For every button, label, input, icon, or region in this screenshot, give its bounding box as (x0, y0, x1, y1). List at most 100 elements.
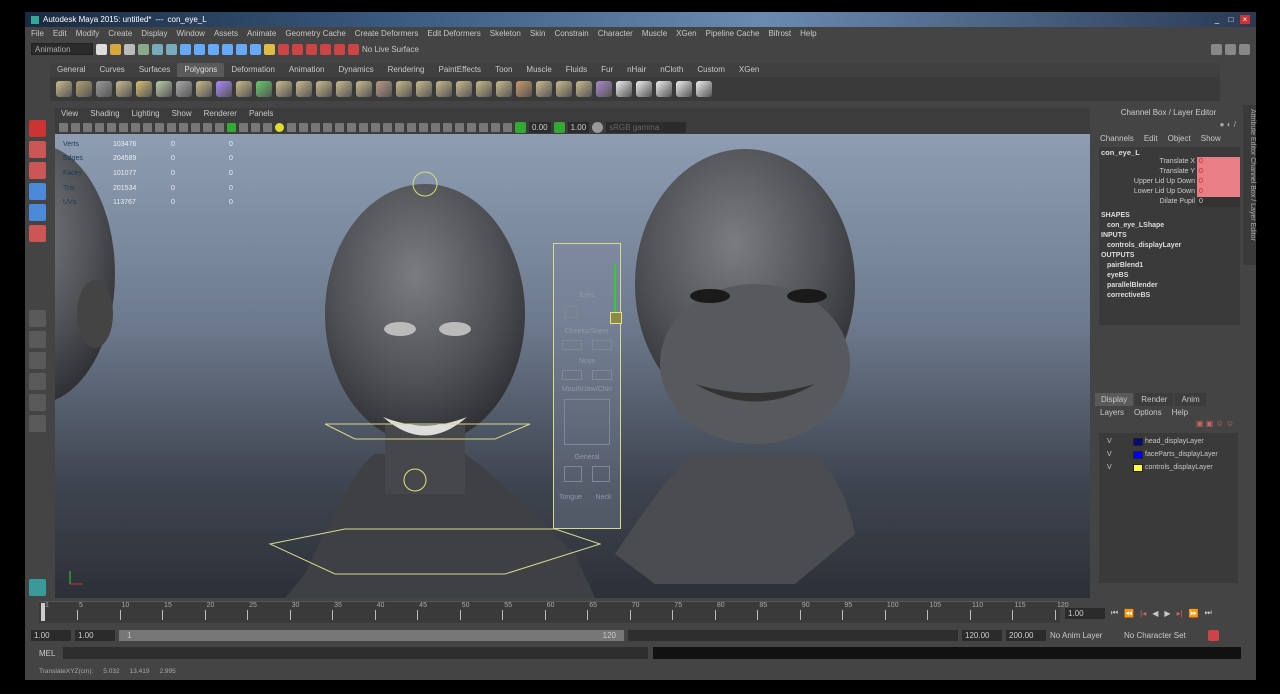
shelf-tool-icon[interactable] (656, 81, 672, 97)
shelf-tool-icon[interactable] (56, 81, 72, 97)
side-tab-strip[interactable]: Attribute Editor Channel Box / Layer Edi… (1243, 105, 1256, 265)
shelf-tool-icon[interactable] (436, 81, 452, 97)
layer-tool-icons[interactable]: ▣ ▣ ☺ ☺ (1095, 419, 1242, 431)
play-forward-icon[interactable]: ▶ (1164, 609, 1170, 618)
shelf-tool-icon[interactable] (456, 81, 472, 97)
panel-menu-panels[interactable]: Panels (249, 109, 273, 119)
panel-tool-icon[interactable] (431, 122, 440, 132)
gamma-field[interactable]: 1.00 (567, 121, 590, 133)
snap-point-icon[interactable] (208, 43, 219, 55)
picker-label-neck[interactable]: Neck (587, 494, 620, 501)
shelf-tool-icon[interactable] (496, 81, 512, 97)
panel-tool-icon[interactable] (287, 122, 296, 132)
shelf-tab-surfaces[interactable]: Surfaces (132, 63, 178, 77)
step-forward-key-icon[interactable]: ⏩ (1189, 609, 1199, 618)
panel-tool-icon[interactable] (371, 122, 380, 132)
panel-tool-icon[interactable] (335, 122, 344, 132)
maximize-button[interactable]: □ (1226, 15, 1236, 24)
outliner-icon[interactable] (29, 579, 46, 596)
mel-input[interactable] (63, 647, 648, 659)
layer-color-swatch[interactable] (1133, 450, 1143, 459)
picker-general-right[interactable] (592, 466, 610, 482)
shelf-tool-icon[interactable] (396, 81, 412, 97)
attribute-value-field[interactable]: 0 (1197, 167, 1240, 177)
step-back-frame-icon[interactable]: |◂ (1140, 609, 1146, 618)
menu-character[interactable]: Character (598, 29, 633, 38)
help-icon[interactable] (250, 43, 261, 55)
current-frame-field[interactable]: 1.00 (1065, 607, 1105, 619)
panel-tool-icon[interactable] (179, 122, 188, 132)
anim-layer-dropdown[interactable]: No Anim Layer (1050, 631, 1120, 640)
panel-tool-icon[interactable] (143, 122, 152, 132)
step-back-key-icon[interactable]: ⏪ (1124, 609, 1134, 618)
panel-menu-shading[interactable]: Shading (90, 109, 119, 119)
character-set-dropdown[interactable]: No Character Set (1124, 631, 1204, 640)
manipulator-y-axis[interactable] (614, 264, 616, 312)
play-backward-icon[interactable]: ◀ (1152, 609, 1158, 618)
panel-menu-lighting[interactable]: Lighting (132, 109, 160, 119)
output-node[interactable]: parallelBlender (1099, 281, 1240, 291)
shelf-tool-icon[interactable] (416, 81, 432, 97)
picker-general-left[interactable] (564, 466, 582, 482)
shelf-tool-icon[interactable] (636, 81, 652, 97)
attribute-value-field[interactable]: 0 (1197, 157, 1240, 167)
rotate-tool-icon[interactable] (29, 204, 46, 221)
channel-attribute-row[interactable]: Dilate Pupil 0 (1099, 197, 1240, 207)
eye-control-handle[interactable] (610, 312, 622, 324)
attribute-name[interactable]: Lower Lid Up Down (1099, 187, 1197, 197)
channel-attribute-row[interactable]: Upper Lid Up Down 0 (1099, 177, 1240, 187)
attribute-name[interactable]: Translate X (1099, 157, 1197, 167)
panel-tool-icon[interactable] (59, 122, 68, 132)
layout-graph-icon[interactable] (29, 373, 46, 390)
range-slider[interactable]: 1 120 (119, 629, 624, 641)
panel-menu-show[interactable]: Show (172, 109, 192, 119)
lock-icon[interactable] (264, 43, 275, 55)
menu-constrain[interactable]: Constrain (554, 29, 588, 38)
node-name[interactable]: con_eye_L (1099, 147, 1240, 157)
shelf-tab-custom[interactable]: Custom (690, 63, 732, 77)
shelf-tool-icon[interactable] (156, 81, 172, 97)
panel-tool-icon[interactable] (491, 122, 500, 132)
shelf-tab-toon[interactable]: Toon (488, 63, 519, 77)
layer-menu-help[interactable]: Help (1172, 408, 1188, 417)
ipr-render-icon[interactable] (306, 43, 317, 55)
shelf-tool-icon[interactable] (376, 81, 392, 97)
layer-row[interactable]: Vcontrols_displayLayer (1099, 461, 1238, 474)
shelf-tool-icon[interactable] (516, 81, 532, 97)
shelf-tool-icon[interactable] (576, 81, 592, 97)
preferences-icon[interactable] (1208, 629, 1219, 641)
paint-select-tool-icon[interactable] (29, 162, 46, 179)
gamma-icon[interactable] (553, 121, 565, 133)
panel-tool-icon[interactable] (239, 122, 248, 132)
menu-geometry-cache[interactable]: Geometry Cache (285, 29, 345, 38)
panel-tool-icon[interactable] (503, 122, 512, 132)
menu-skin[interactable]: Skin (530, 29, 546, 38)
panel-tool-icon[interactable] (419, 122, 428, 132)
channel-menu-object[interactable]: Object (1168, 134, 1191, 143)
shelf-tool-icon[interactable] (556, 81, 572, 97)
panel-tool-icon[interactable] (71, 122, 80, 132)
anim-end-field[interactable]: 200.00 (1006, 629, 1046, 641)
menu-help[interactable]: Help (800, 29, 816, 38)
snap-surface-icon[interactable] (236, 43, 247, 55)
render-settings-icon[interactable] (320, 43, 331, 55)
shelf-tab-curves[interactable]: Curves (92, 63, 131, 77)
render-icon[interactable] (292, 43, 303, 55)
layer-color-swatch[interactable] (1133, 437, 1143, 446)
time-slider[interactable]: 1 5 10 15 20 25 30 35 40 45 50 55 60 65 70 75 80 85 90 95 10… (39, 601, 1069, 623)
layer-tab-anim[interactable]: Anim (1175, 393, 1206, 406)
new-scene-icon[interactable] (96, 43, 107, 55)
menu-modify[interactable]: Modify (76, 29, 100, 38)
layer-row[interactable]: Vhead_displayLayer (1099, 435, 1238, 448)
construction-history-icon[interactable] (278, 43, 289, 55)
layer-visibility-toggle[interactable]: V (1107, 438, 1127, 445)
3d-viewport[interactable]: Verts 103476 0 0 Edges 204589 0 0 Faces 101077 0 0 T… (55, 134, 1090, 598)
color-space-dropdown[interactable]: sRGB gamma (606, 121, 687, 133)
layer-visibility-toggle[interactable]: V (1107, 464, 1127, 471)
panel-tool-icon[interactable] (299, 122, 308, 132)
end-time-field[interactable]: 120.00 (962, 629, 1002, 641)
menu-animate[interactable]: Animate (247, 29, 276, 38)
channel-box-toggle-icon[interactable] (1239, 43, 1250, 55)
shelf-tool-icon[interactable] (196, 81, 212, 97)
attribute-value-field[interactable]: 0 (1197, 177, 1240, 187)
